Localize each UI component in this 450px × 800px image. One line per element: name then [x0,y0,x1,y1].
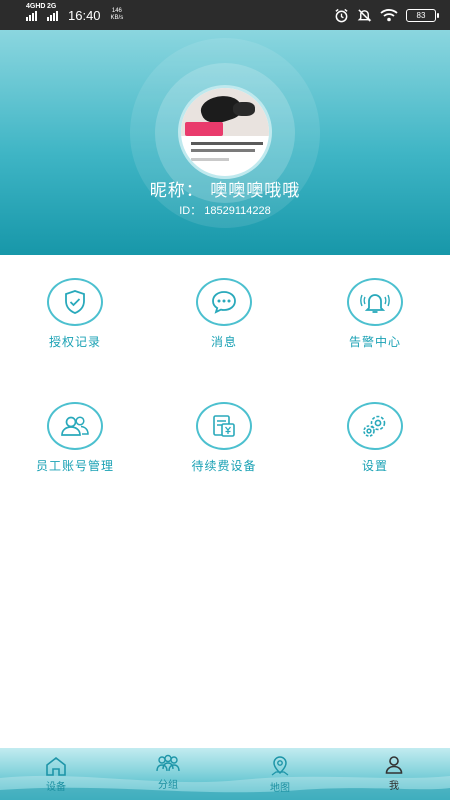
person-icon [385,756,403,774]
profile-header: 昵称： 噢噢噢哦哦 ID： 18529114228 [0,30,450,255]
nav-tab-label: 设备 [46,782,66,793]
user-id-label: ID： [179,205,202,217]
nickname: 昵称： 噢噢噢哦哦 [149,181,301,201]
nav-tab-me[interactable]: 我 [338,748,450,800]
menu-item-staff-accounts[interactable]: 员工账号管理 [20,402,130,475]
settings-gear-icon [347,402,403,450]
user-id: ID： 18529114228 [0,202,450,218]
bottom-nav: 设备 分组 地图 我 [0,748,450,800]
nav-tab-devices[interactable]: 设备 [0,748,112,800]
alarm-bell-icon [347,278,403,326]
menu-item-settings[interactable]: 设置 [320,402,430,475]
battery-icon: 83 [406,8,439,22]
menu-item-alarm-center[interactable]: 告警中心 [320,278,430,351]
shield-check-icon [47,278,103,326]
network-type-2: 2G [47,3,57,10]
map-pin-icon [271,756,289,776]
user-id-value: 18529114228 [204,205,271,217]
speed-value: 146 [111,8,122,14]
nav-tab-label: 分组 [158,780,178,791]
menu-item-label: 告警中心 [348,335,401,349]
group-icon [156,754,180,772]
home-icon [46,756,66,776]
menu-item-label: 授权记录 [48,335,101,349]
avatar[interactable] [178,85,272,179]
header-wave [0,252,450,255]
clock: 16:40 [68,7,101,23]
cellular-signal-2-icon: 2G [47,3,58,21]
speed-unit: KB/s [110,15,124,21]
cellular-signal-icon: 4GHD [26,3,45,21]
nav-tab-map[interactable]: 地图 [224,748,336,800]
users-icon [47,402,103,450]
wifi-icon [380,9,398,22]
menu-item-label: 待续费设备 [191,459,257,473]
menu-item-messages[interactable]: 消息 [169,278,279,351]
nav-tab-label: 地图 [270,783,290,794]
menu-item-label: 消息 [210,335,237,349]
renewal-icon [196,402,252,450]
mute-bell-icon [357,8,372,22]
alarm-clock-icon [335,8,348,22]
battery-level: 83 [416,10,426,20]
network-speed: 146 KB/s [111,8,124,22]
message-icon [196,278,252,326]
menu-item-label: 设置 [361,459,388,473]
menu-item-renewal-devices[interactable]: 待续费设备 [169,402,279,475]
menu-item-label: 员工账号管理 [35,459,114,473]
status-bar: 4GHD 2G 16:40 146 KB/s 83 [0,0,450,30]
nav-tab-label: 我 [389,781,399,792]
nav-tab-group[interactable]: 分组 [112,748,224,800]
menu-item-auth-records[interactable]: 授权记录 [20,278,130,351]
network-type-1: 4GHD [26,3,46,10]
